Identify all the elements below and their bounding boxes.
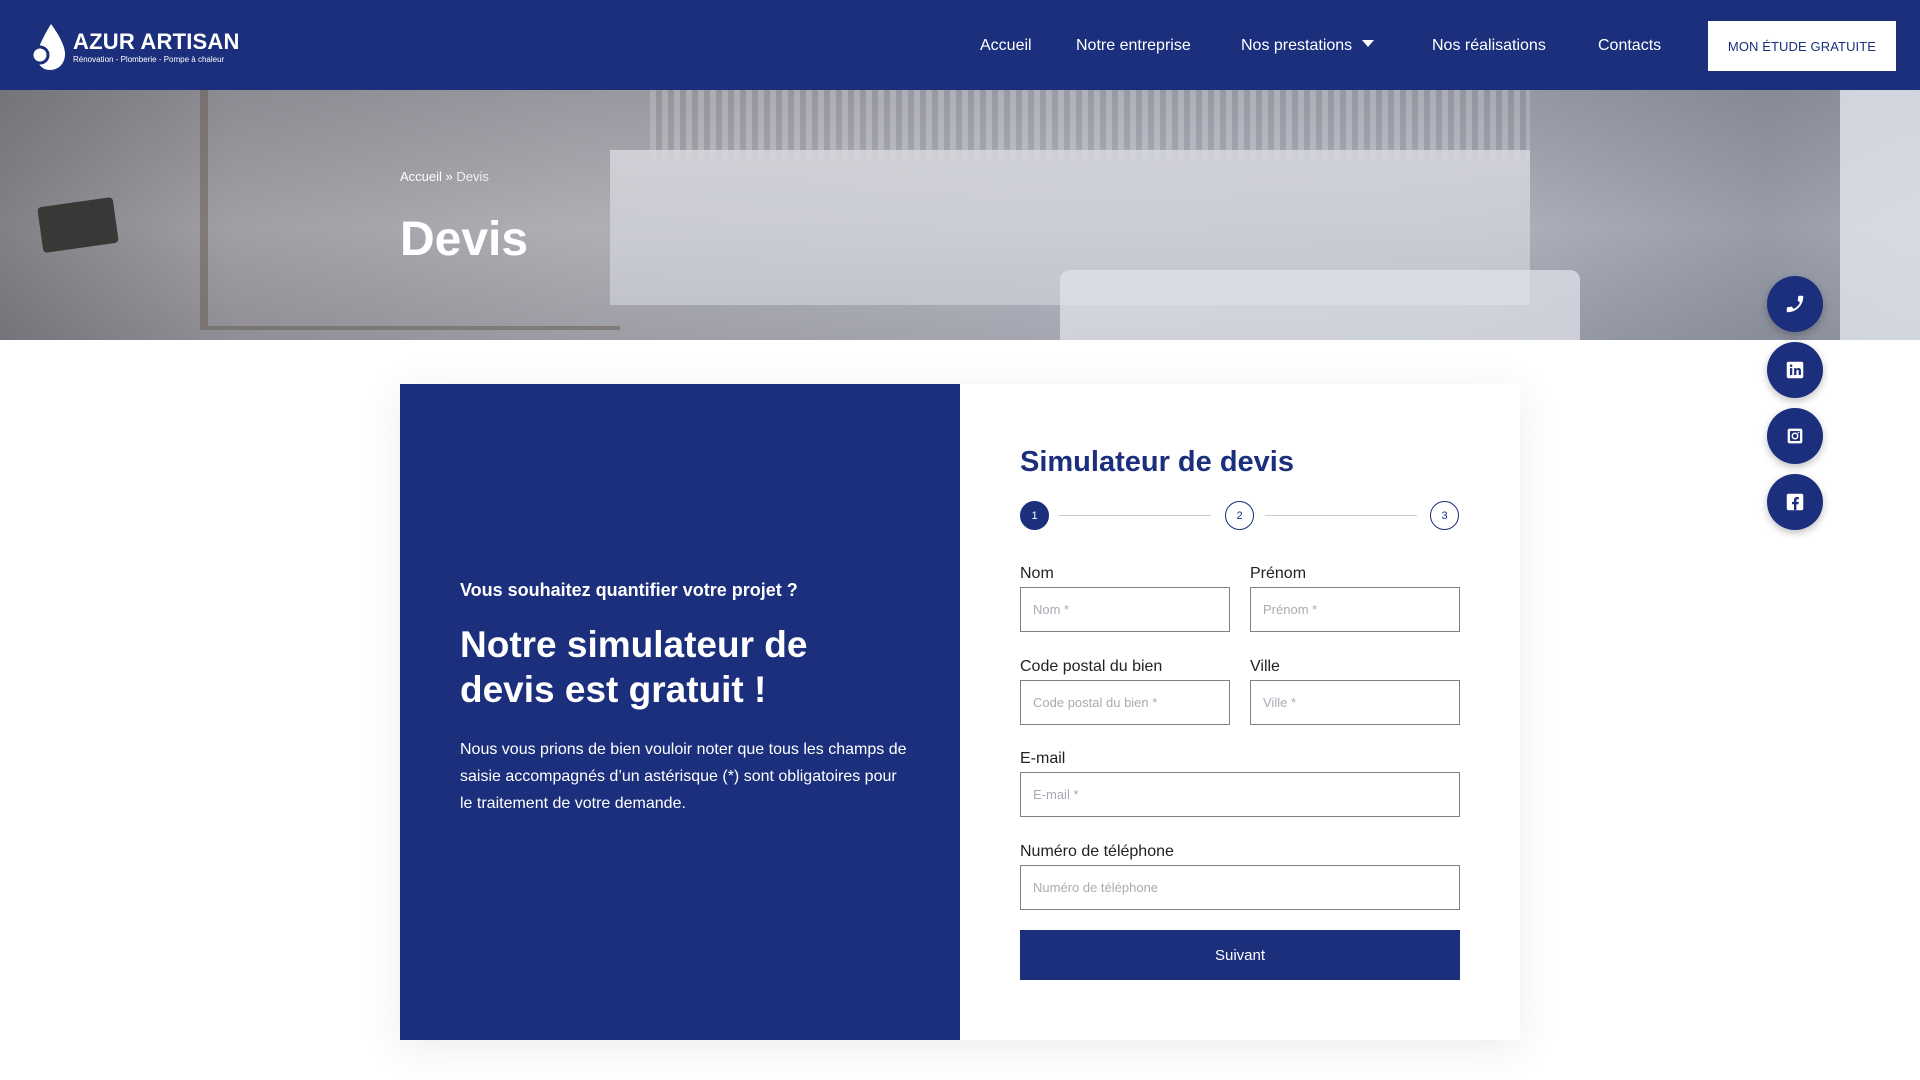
nom-field[interactable]	[1020, 587, 1230, 632]
quote-form-panel: Simulateur de devis 1 2 3 Nom Prénom Cod…	[960, 384, 1520, 1040]
nav-item-accueil[interactable]: Accueil	[980, 35, 1032, 57]
step-connector	[1059, 515, 1211, 516]
site-header: AZUR ARTISAN Rénovation - Plomberie - Po…	[0, 0, 1920, 90]
phone-icon	[1786, 295, 1804, 313]
city-label: Ville	[1250, 658, 1280, 675]
step-connector	[1265, 515, 1417, 516]
nav-item-label: Nos prestations	[1241, 37, 1353, 54]
hero-banner	[0, 90, 1920, 340]
page-title: Devis	[400, 213, 529, 266]
phone-field[interactable]	[1020, 865, 1460, 910]
step-3-indicator[interactable]: 3	[1430, 501, 1459, 530]
email-label: E-mail	[1020, 750, 1066, 767]
free-study-button[interactable]: MON ÉTUDE GRATUITE	[1708, 21, 1896, 71]
nav-item-nos-realisations[interactable]: Nos réalisations	[1432, 35, 1546, 57]
nav-item-notre-entreprise[interactable]: Notre entreprise	[1076, 35, 1191, 57]
breadcrumb: Accueil » Devis	[400, 168, 489, 186]
step-2-indicator[interactable]: 2	[1225, 501, 1254, 530]
intro-kicker: Vous souhaitez quantifier votre projet ?	[460, 580, 798, 600]
phone-label: Numéro de téléphone	[1020, 843, 1174, 860]
city-field[interactable]	[1250, 680, 1460, 725]
instagram-button[interactable]	[1767, 408, 1823, 464]
prenom-field[interactable]	[1250, 587, 1460, 632]
intro-title: Notre simulateur de devis est gratuit !	[460, 624, 808, 710]
breadcrumb-home-link[interactable]: Accueil	[400, 169, 442, 184]
prenom-label: Prénom	[1250, 565, 1307, 582]
step-1-indicator[interactable]: 1	[1020, 501, 1049, 530]
form-title: Simulateur de devis	[1020, 446, 1294, 478]
brand-tagline: Rénovation - Plomberie - Pompe à chaleur	[73, 54, 225, 64]
email-field[interactable]	[1020, 772, 1460, 817]
postal-code-field[interactable]	[1020, 680, 1230, 725]
nav-item-contacts[interactable]: Contacts	[1598, 35, 1661, 57]
linkedin-button[interactable]	[1767, 342, 1823, 398]
intro-panel: Vous souhaitez quantifier votre projet ?…	[400, 384, 960, 1040]
facebook-button[interactable]	[1767, 474, 1823, 530]
facebook-icon	[1786, 493, 1804, 511]
brand-logo[interactable]: AZUR ARTISAN Rénovation - Plomberie - Po…	[29, 22, 240, 72]
next-button[interactable]: Suivant	[1020, 930, 1460, 980]
nav-item-nos-prestations[interactable]: Nos prestations	[1241, 35, 1375, 57]
caret-down-icon	[1362, 40, 1375, 47]
phone-button[interactable]	[1767, 276, 1823, 332]
water-drop-icon	[29, 22, 69, 72]
postal-code-label: Code postal du bien	[1020, 658, 1163, 675]
linkedin-icon	[1786, 361, 1804, 379]
nom-label: Nom	[1020, 565, 1054, 582]
intro-text: Nous vous prions de bien vouloir noter q…	[460, 741, 907, 812]
breadcrumb-current: Devis	[456, 169, 489, 184]
instagram-icon	[1787, 428, 1803, 444]
brand-name: AZUR ARTISAN	[73, 28, 240, 54]
breadcrumb-separator: »	[445, 169, 453, 184]
